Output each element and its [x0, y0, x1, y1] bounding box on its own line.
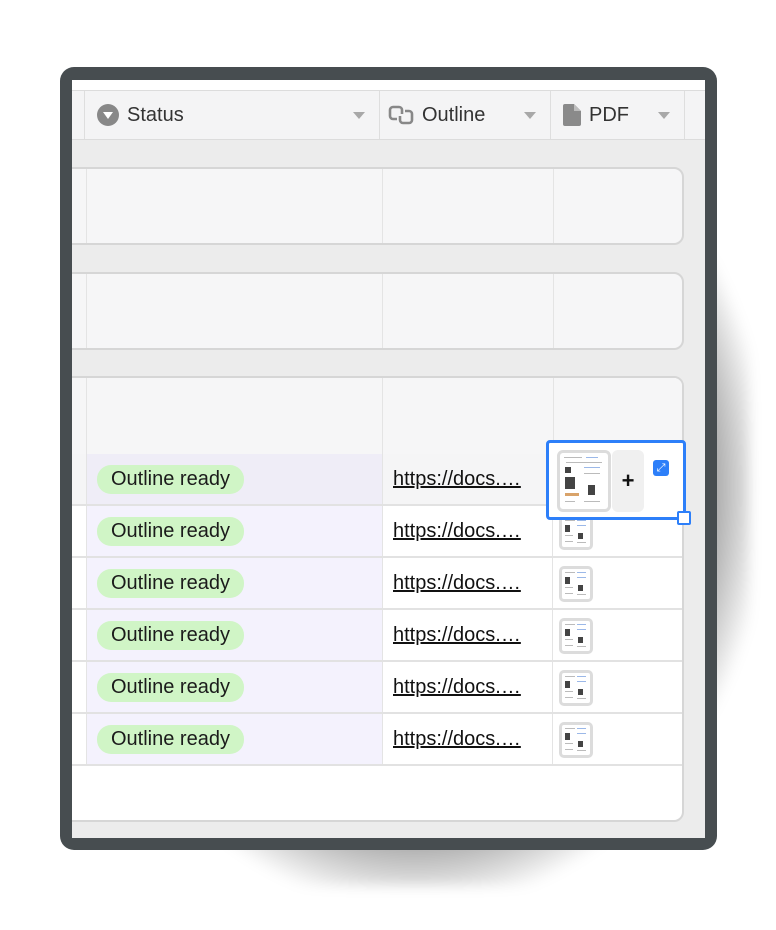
status-badge: Outline ready	[97, 516, 244, 546]
pdf-cell[interactable]	[554, 714, 682, 764]
document-icon	[563, 104, 581, 126]
fill-handle[interactable]	[677, 511, 691, 525]
status-cell[interactable]: Outline ready	[87, 610, 383, 660]
status-badge: Outline ready	[97, 464, 244, 494]
column-header-pdf[interactable]: PDF	[550, 91, 684, 139]
status-cell[interactable]: Outline ready	[87, 662, 383, 712]
selected-attachment-cell[interactable]: + ⤢	[546, 440, 691, 525]
table-row[interactable]: Outline ready https://docs.…	[72, 610, 682, 662]
pdf-thumbnail[interactable]	[559, 618, 593, 654]
pdf-thumbnail[interactable]	[559, 722, 593, 758]
add-column-area[interactable]	[684, 91, 705, 139]
outline-cell[interactable]: https://docs.…	[383, 454, 553, 504]
add-attachment-button[interactable]: +	[612, 450, 644, 512]
table-row[interactable]: Outline ready https://docs.…	[72, 558, 682, 610]
column-label: Outline	[422, 103, 486, 126]
chevron-down-icon[interactable]	[353, 112, 365, 119]
expand-icon[interactable]: ⤢	[653, 460, 669, 476]
column-header-row: Status Outline PDF	[72, 90, 705, 140]
chevron-down-icon[interactable]	[524, 112, 536, 119]
pdf-thumbnail[interactable]	[559, 670, 593, 706]
outline-link[interactable]: https://docs.…	[393, 676, 521, 699]
status-cell[interactable]: Outline ready	[87, 558, 383, 608]
status-badge: Outline ready	[97, 568, 244, 598]
outline-cell[interactable]: https://docs.…	[383, 506, 553, 556]
column-header-status[interactable]: Status	[84, 91, 379, 139]
status-badge: Outline ready	[97, 620, 244, 650]
outline-link[interactable]: https://docs.…	[393, 624, 521, 647]
pdf-cell[interactable]	[554, 610, 682, 660]
status-cell[interactable]: Outline ready	[87, 454, 383, 504]
grid-footer	[72, 822, 705, 838]
outline-link[interactable]: https://docs.…	[393, 468, 521, 491]
outline-cell[interactable]: https://docs.…	[383, 714, 553, 764]
grid-view: Status Outline PDF Outline ready https:/…	[72, 80, 705, 838]
pdf-cell[interactable]	[554, 662, 682, 712]
table-row[interactable]: Outline ready https://docs.…	[72, 662, 682, 714]
row-number-cell[interactable]	[72, 714, 87, 764]
row-number-cell[interactable]	[72, 662, 87, 712]
status-badge: Outline ready	[97, 724, 244, 754]
outline-cell[interactable]: https://docs.…	[383, 558, 553, 608]
pdf-thumbnail[interactable]	[557, 450, 611, 512]
outline-cell[interactable]: https://docs.…	[383, 662, 553, 712]
chevron-down-icon[interactable]	[658, 112, 670, 119]
table-row[interactable]: Outline ready https://docs.…	[72, 714, 682, 766]
status-badge: Outline ready	[97, 672, 244, 702]
outline-link[interactable]: https://docs.…	[393, 572, 521, 595]
row-number-cell[interactable]	[72, 454, 87, 504]
pdf-cell[interactable]	[554, 558, 682, 608]
outline-link[interactable]: https://docs.…	[393, 520, 521, 543]
link-icon	[388, 105, 414, 125]
pdf-thumbnail[interactable]	[559, 566, 593, 602]
row-number-cell[interactable]	[72, 610, 87, 660]
single-select-icon	[97, 104, 119, 126]
toolbar-strip	[72, 80, 705, 90]
row-number-cell[interactable]	[72, 506, 87, 556]
status-cell[interactable]: Outline ready	[87, 714, 383, 764]
outline-cell[interactable]: https://docs.…	[383, 610, 553, 660]
column-label: PDF	[589, 103, 629, 126]
column-header-outline[interactable]: Outline	[379, 91, 550, 139]
group-header[interactable]	[72, 272, 684, 350]
outline-link[interactable]: https://docs.…	[393, 728, 521, 751]
row-number-cell[interactable]	[72, 558, 87, 608]
column-label: Status	[127, 103, 184, 126]
status-cell[interactable]: Outline ready	[87, 506, 383, 556]
group-header[interactable]	[72, 167, 684, 245]
